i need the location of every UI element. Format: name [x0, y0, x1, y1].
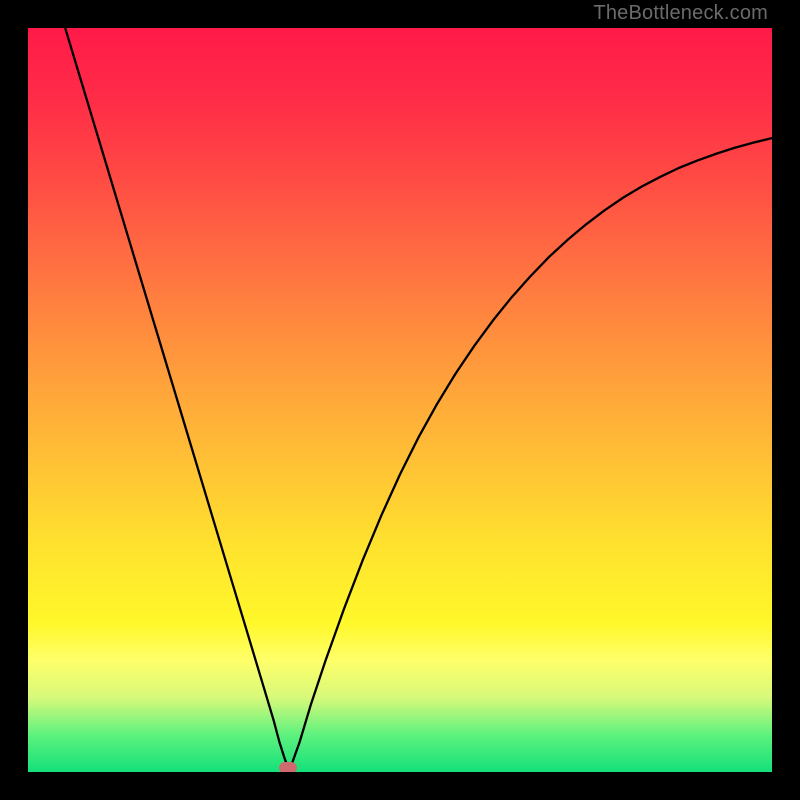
watermark-text: TheBottleneck.com [593, 2, 768, 25]
plot-area [28, 28, 772, 772]
bottleneck-curve [65, 28, 772, 768]
min-marker [279, 762, 297, 772]
curve-layer [28, 28, 772, 772]
chart-frame: TheBottleneck.com [0, 0, 800, 800]
